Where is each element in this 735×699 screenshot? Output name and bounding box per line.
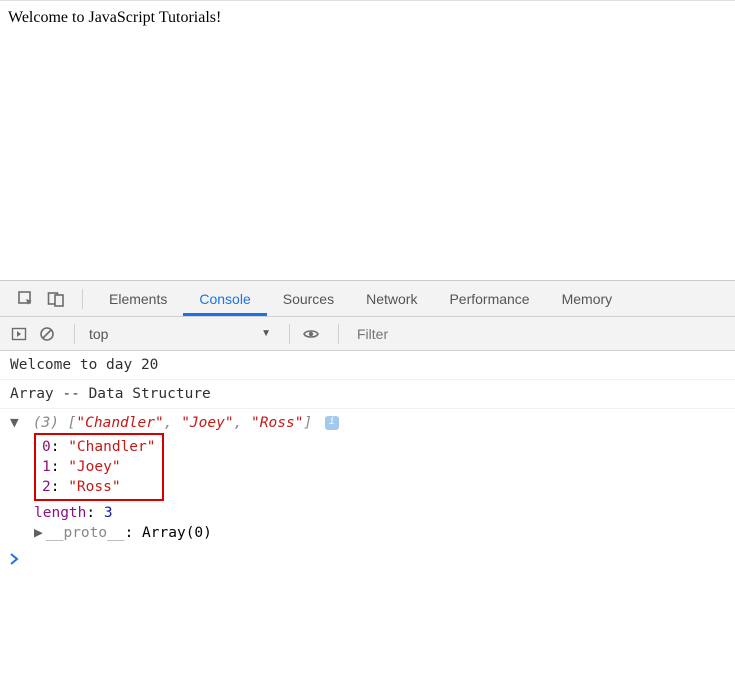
- tab-elements[interactable]: Elements: [93, 281, 183, 316]
- tab-console[interactable]: Console: [183, 281, 266, 316]
- devtools-tabbar: Elements Console Sources Network Perform…: [0, 281, 735, 317]
- console-message: Welcome to day 20: [0, 351, 735, 380]
- separator: [74, 324, 75, 344]
- devtools-panel: Elements Console Sources Network Perform…: [0, 280, 735, 573]
- page-heading: Welcome to JavaScript Tutorials!: [8, 9, 221, 26]
- array-entry: 0: "Chandler": [42, 437, 156, 457]
- length-property: length: 3: [34, 503, 735, 523]
- context-selector[interactable]: top ▼: [89, 326, 279, 342]
- tab-performance[interactable]: Performance: [433, 281, 545, 316]
- browser-viewport: Welcome to JavaScript Tutorials!: [0, 0, 735, 280]
- proto-property: ▶__proto__: Array(0): [34, 523, 735, 543]
- separator: [338, 324, 339, 344]
- inspect-icon[interactable]: [16, 289, 36, 309]
- entry-value: "Joey": [68, 459, 120, 475]
- entry-index: 0: [42, 439, 51, 455]
- chevron-down-icon: ▼: [261, 328, 271, 339]
- disclosure-triangle-icon[interactable]: ▶: [34, 525, 46, 541]
- array-entry: 2: "Ross": [42, 477, 156, 497]
- property-key: length: [34, 505, 86, 521]
- property-key: __proto__: [46, 525, 125, 541]
- array-preview: ["Chandler", "Joey", "Ross"]: [68, 415, 313, 431]
- console-message: Array -- Data Structure: [0, 380, 735, 409]
- tab-sources[interactable]: Sources: [267, 281, 350, 316]
- array-length-summary: (3): [33, 415, 59, 431]
- console-prompt[interactable]: [0, 549, 735, 573]
- property-value: 3: [104, 505, 113, 521]
- array-entry: 1: "Joey": [42, 457, 156, 477]
- tabs: Elements Console Sources Network Perform…: [93, 281, 628, 316]
- entry-index: 2: [42, 479, 51, 495]
- eye-icon[interactable]: [300, 323, 322, 345]
- tab-memory[interactable]: Memory: [546, 281, 629, 316]
- tab-network[interactable]: Network: [350, 281, 433, 316]
- console-output: Welcome to day 20 Array -- Data Structur…: [0, 351, 735, 573]
- filter-input[interactable]: [349, 322, 735, 346]
- device-toggle-icon[interactable]: [46, 289, 66, 309]
- context-label: top: [89, 326, 108, 342]
- console-toolbar: top ▼: [0, 317, 735, 351]
- entry-index: 1: [42, 459, 51, 475]
- array-expanded: 0: "Chandler" 1: "Joey" 2: "Ross" length…: [34, 431, 735, 543]
- entry-value: "Ross": [68, 479, 120, 495]
- highlight-box: 0: "Chandler" 1: "Joey" 2: "Ross": [34, 433, 164, 501]
- property-value: Array(0): [142, 525, 212, 541]
- clear-console-icon[interactable]: [36, 323, 58, 345]
- info-icon[interactable]: [325, 416, 339, 430]
- console-object: ▼ (3) ["Chandler", "Joey", "Ross"] 0: "C…: [0, 409, 735, 549]
- disclosure-triangle-icon[interactable]: ▼: [10, 415, 24, 431]
- toolbar-icons: [10, 289, 72, 309]
- separator: [82, 289, 83, 309]
- separator: [289, 324, 290, 344]
- sidebar-toggle-icon[interactable]: [8, 323, 30, 345]
- entry-value: "Chandler": [68, 439, 155, 455]
